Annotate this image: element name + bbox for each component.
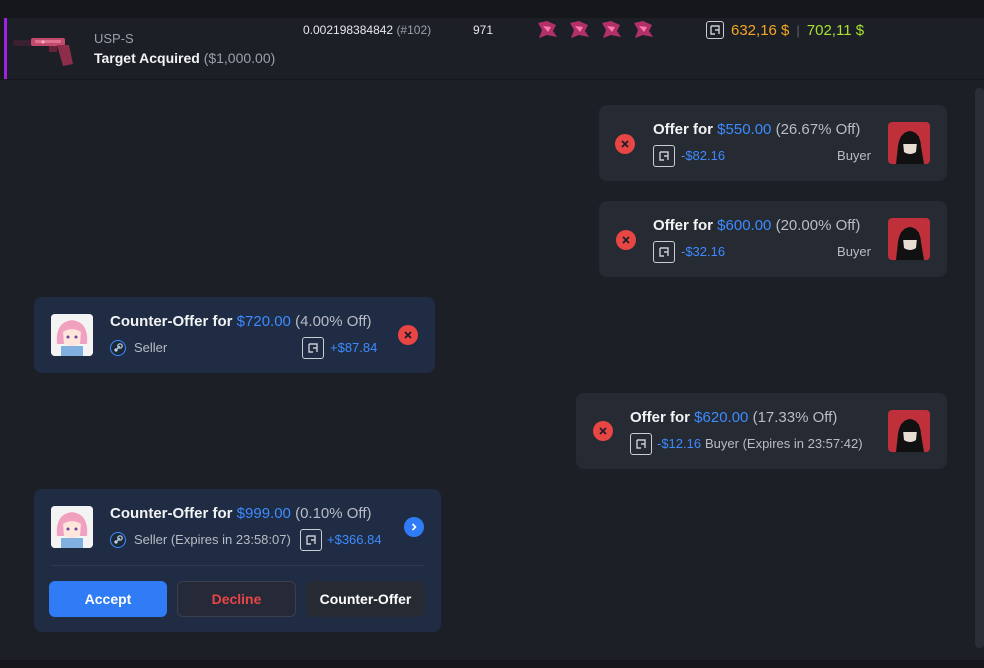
offer-title: Offer for $620.00 (17.33% Off) xyxy=(630,409,837,426)
offer-discount: (4.00% Off) xyxy=(290,313,372,330)
offer-discount: (20.00% Off) xyxy=(771,217,861,234)
item-price: ($1,000.00) xyxy=(203,50,276,66)
offer-role: Buyer (Expires in 23:57:42) xyxy=(705,436,863,451)
weapon-image xyxy=(13,38,73,66)
offer-role: Seller (Expires in 23:58:07) xyxy=(134,532,291,547)
decline-button[interactable]: Decline xyxy=(177,581,296,617)
active-counter-offer-card: Counter-Offer for $999.00 (0.10% Off) Se… xyxy=(34,489,441,632)
price-separator: | xyxy=(796,22,800,38)
offer-discount: (17.33% Off) xyxy=(748,409,838,426)
counter-offer-card: Counter-Offer for $720.00 (4.00% Off) Se… xyxy=(34,297,435,373)
price-difference: +$87.84 xyxy=(330,340,378,355)
offer-title-prefix: Offer for xyxy=(630,409,695,426)
pricempire-icon xyxy=(302,337,324,359)
counter-offer-button[interactable]: Counter-Offer xyxy=(306,581,425,617)
float-value: 0.002198384842 (#102) xyxy=(303,23,431,37)
accept-button[interactable]: Accept xyxy=(49,581,167,617)
close-icon xyxy=(599,427,607,435)
offer-amount: $620.00 xyxy=(694,409,749,426)
close-icon xyxy=(404,331,412,339)
steam-icon xyxy=(110,340,126,356)
skin-label: Target Acquired xyxy=(94,50,200,66)
pricempire-icon xyxy=(653,145,675,167)
close-icon xyxy=(622,236,630,244)
cancel-offer-button[interactable] xyxy=(616,230,636,250)
price-difference: +$366.84 xyxy=(327,532,382,547)
seller-avatar[interactable] xyxy=(51,506,93,548)
offer-amount: $550.00 xyxy=(717,121,772,138)
offer-card: Offer for $550.00 (26.67% Off) -$82.16 B… xyxy=(599,105,947,181)
price-difference: -$82.16 xyxy=(681,148,726,163)
offer-amount: $600.00 xyxy=(717,217,772,234)
sticker-icon[interactable] xyxy=(567,17,591,41)
pricempire-icon xyxy=(630,433,652,455)
pattern-seed: 971 xyxy=(473,23,494,37)
offer-discount: (0.10% Off) xyxy=(290,505,372,522)
price-difference: -$32.16 xyxy=(681,244,726,259)
chevron-right-icon xyxy=(411,523,417,531)
cancel-offer-button[interactable] xyxy=(615,134,635,154)
offer-title: Offer for $550.00 (26.67% Off) xyxy=(653,121,860,138)
seller-avatar[interactable] xyxy=(51,314,93,356)
offer-title-prefix: Offer for xyxy=(653,217,718,234)
cancel-offer-button[interactable] xyxy=(398,325,418,345)
offer-discount: (26.67% Off) xyxy=(771,121,861,138)
weapon-name: USP-S xyxy=(94,31,134,46)
bottom-edge xyxy=(0,660,984,668)
sticker-icon[interactable] xyxy=(631,17,655,41)
sticker-list xyxy=(535,17,655,41)
offer-title-prefix: Counter-Offer for xyxy=(110,313,237,330)
scrollbar[interactable] xyxy=(975,88,984,648)
offer-amount: $999.00 xyxy=(236,505,291,522)
pricempire-icon xyxy=(300,529,322,551)
offer-title: Counter-Offer for $999.00 (0.10% Off) xyxy=(110,505,372,522)
pricempire-icon xyxy=(653,241,675,263)
top-bar xyxy=(0,0,984,18)
float-number: 0.002198384842 xyxy=(303,23,394,37)
float-rank: (#102) xyxy=(396,23,432,37)
steam-icon xyxy=(110,532,126,548)
offer-title-prefix: Offer for xyxy=(653,121,718,138)
sticker-icon[interactable] xyxy=(599,17,623,41)
close-icon xyxy=(621,140,629,148)
buyer-avatar[interactable] xyxy=(888,122,930,164)
offer-role: Buyer xyxy=(837,244,871,259)
offer-role: Seller xyxy=(134,340,168,355)
buyer-avatar[interactable] xyxy=(888,218,930,260)
cancel-offer-button[interactable] xyxy=(593,421,613,441)
skin-name: Target Acquired ($1,000.00) xyxy=(94,50,275,66)
offer-card: Offer for $600.00 (20.00% Off) -$32.16 B… xyxy=(599,201,947,277)
expand-button[interactable] xyxy=(404,517,424,537)
offer-card: Offer for $620.00 (17.33% Off) -$12.16 B… xyxy=(576,393,947,469)
pricempire-icon xyxy=(706,21,724,39)
card-divider xyxy=(51,565,424,566)
price-difference: -$12.16 xyxy=(657,436,702,451)
price-comparison: 632,16 $ | 702,11 $ xyxy=(706,19,864,41)
reference-price: 702,11 $ xyxy=(806,21,865,39)
buyer-avatar[interactable] xyxy=(888,410,930,452)
offer-title: Counter-Offer for $720.00 (4.00% Off) xyxy=(110,313,372,330)
offer-title: Offer for $600.00 (20.00% Off) xyxy=(653,217,860,234)
sticker-icon[interactable] xyxy=(535,17,559,41)
offer-amount: $720.00 xyxy=(236,313,291,330)
market-price: 632,16 $ xyxy=(731,21,790,39)
offer-title-prefix: Counter-Offer for xyxy=(110,505,237,522)
offer-role: Buyer xyxy=(837,148,871,163)
